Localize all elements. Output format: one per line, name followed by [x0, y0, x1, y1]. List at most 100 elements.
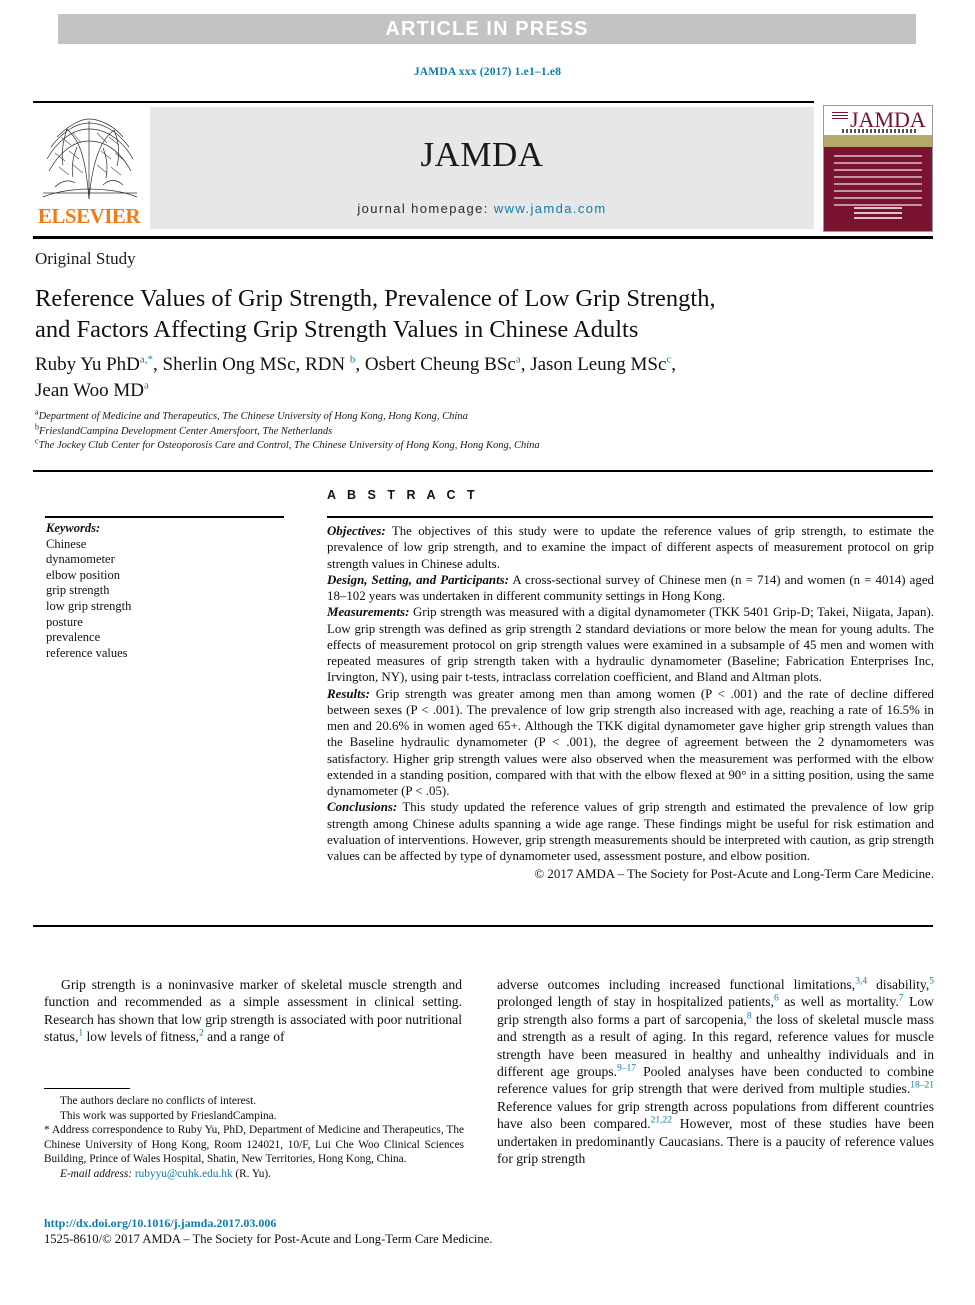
- author-name: Osbert Cheung BSc: [364, 354, 516, 375]
- reference-citation[interactable]: 21,22: [651, 1116, 672, 1126]
- section-label: Original Study: [35, 249, 136, 268]
- author-name: Jason Leung MSc: [530, 354, 667, 375]
- author-sep: ,: [520, 354, 531, 375]
- doi-link[interactable]: http://dx.doi.org/10.1016/j.jamda.2017.0…: [44, 1216, 276, 1231]
- footnote-block: The authors declare no conflicts of inte…: [44, 1094, 464, 1182]
- body-text: prolonged length of stay in hospitalized…: [497, 994, 774, 1010]
- masthead-top-rule: [33, 101, 814, 103]
- abstract-heading: A B S T R A C T: [327, 488, 479, 502]
- journal-homepage-link[interactable]: www.jamda.com: [494, 201, 607, 216]
- author-affil-marker[interactable]: a: [144, 380, 149, 392]
- affiliation-list: aDepartment of Medicine and Therapeutics…: [35, 408, 915, 454]
- journal-homepage-line: journal homepage: www.jamda.com: [357, 201, 606, 216]
- correspondence-text: Address correspondence to Ruby Yu, PhD, …: [44, 1124, 464, 1166]
- cover-subtitle-lines: [842, 129, 918, 133]
- body-text: disability,: [867, 977, 930, 992]
- journal-homepage-box: JAMDA journal homepage: www.jamda.com: [150, 107, 814, 229]
- keyword-item: Chinese: [46, 536, 87, 551]
- jamda-wordmark: JAMDA: [420, 134, 544, 174]
- header-divider: [33, 236, 933, 239]
- article-in-press-banner: ARTICLE IN PRESS: [58, 14, 916, 44]
- abstract-section: Measurements: Grip strength was measured…: [327, 604, 934, 685]
- abstract-section-label: Conclusions:: [327, 800, 398, 815]
- abstract-top-rule: [33, 470, 933, 472]
- abstract-section-label: Results:: [327, 686, 370, 701]
- body-column-left: Grip strength is a noninvasive marker of…: [44, 976, 462, 1046]
- elsevier-wordmark: ELSEVIER: [37, 204, 141, 228]
- article-in-press-label: ARTICLE IN PRESS: [385, 17, 589, 40]
- abstract-section: Conclusions: This study updated the refe…: [327, 799, 934, 864]
- keyword-item: low grip strength: [46, 598, 132, 613]
- abstract-section: Results: Grip strength was greater among…: [327, 686, 934, 800]
- cover-contents-lines: [834, 155, 922, 207]
- reference-citation[interactable]: 5: [929, 976, 934, 987]
- cover-micro-text: [832, 112, 848, 119]
- author-sep: ,: [153, 354, 163, 375]
- email-suffix: (R. Yu).: [232, 1167, 272, 1180]
- footnote-conflict: The authors declare no conflicts of inte…: [60, 1095, 257, 1107]
- cover-contents-panel: [824, 147, 932, 231]
- journal-homepage-label: journal homepage:: [357, 200, 489, 216]
- elsevier-logo: ELSEVIER: [33, 105, 145, 230]
- author-name: Ruby Yu PhD: [35, 354, 140, 375]
- abstract-section-label: Design, Setting, and Participants:: [327, 572, 509, 587]
- body-text: low levels of fitness,: [83, 1029, 200, 1045]
- reference-citation[interactable]: 18–21: [910, 1081, 934, 1091]
- reference-citation[interactable]: 3,4: [855, 976, 867, 987]
- issn-copyright-line: 1525-8610/© 2017 AMDA – The Society for …: [44, 1232, 493, 1246]
- keyword-item: prevalence: [46, 630, 101, 645]
- body-paragraph: Grip strength is a noninvasive marker of…: [44, 976, 462, 1046]
- footnote-divider: [44, 1088, 130, 1089]
- author-list: Ruby Yu PhDa,*, Sherlin Ong MSc, RDN b, …: [35, 352, 915, 404]
- email-link[interactable]: rubyyu@cuhk.edu.hk: [135, 1168, 233, 1180]
- body-text: as well as mortality.: [778, 994, 899, 1010]
- keyword-item: dynamometer: [46, 552, 115, 567]
- keyword-item: grip strength: [46, 583, 110, 598]
- keyword-item: elbow position: [46, 567, 120, 582]
- keyword-item: reference values: [46, 645, 128, 660]
- title-line-1: Reference Values of Grip Strength, Preva…: [35, 285, 716, 312]
- author-sep: ,: [671, 354, 677, 375]
- email-label: E-mail address:: [60, 1167, 133, 1180]
- abstract-section: Objectives: The objectives of this study…: [327, 523, 934, 572]
- keywords-rule: [45, 516, 284, 518]
- cover-header: JAMDA: [824, 106, 932, 135]
- keywords-heading: Keywords:: [46, 521, 101, 535]
- journal-citation-line: JAMDA xxx (2017) 1.e1–1.e8: [413, 66, 562, 78]
- abstract-section-label: Objectives:: [327, 524, 386, 538]
- keyword-item: posture: [46, 614, 83, 629]
- abstract-section-text: Grip strength was measured with a digita…: [327, 605, 934, 685]
- journal-cover-thumbnail: JAMDA: [823, 105, 933, 232]
- body-text: and a range of: [203, 1029, 285, 1045]
- keywords-block: Keywords: Chinese dynamometer elbow posi…: [46, 521, 296, 661]
- abstract-section-text: This study updated the reference values …: [327, 800, 934, 863]
- affiliation-text: Department of Medicine and Therapeutics,…: [38, 411, 468, 422]
- affiliation-text: FrieslandCampina Development Center Amer…: [39, 425, 333, 437]
- abstract-section-label: Measurements:: [327, 605, 410, 620]
- elsevier-tree-icon: [37, 107, 142, 203]
- affiliation-text: The Jockey Club Center for Osteoporosis …: [38, 440, 540, 451]
- footnote-funding: This work was supported by FrieslandCamp…: [60, 1109, 277, 1122]
- abstract-rule: [327, 516, 933, 518]
- affiliation-item: bFrieslandCampina Development Center Ame…: [35, 423, 915, 440]
- body-text: adverse outcomes including increased fun…: [497, 977, 856, 992]
- footnote-email: E-mail address: rubyyu@cuhk.edu.hk (R. Y…: [44, 1167, 464, 1182]
- affiliation-item: aDepartment of Medicine and Therapeutics…: [35, 408, 915, 425]
- abstract-copyright: © 2017 AMDA – The Society for Post-Acute…: [534, 867, 934, 882]
- abstract-section: Design, Setting, and Participants: A cro…: [327, 572, 934, 605]
- reference-citation[interactable]: 9–17: [617, 1064, 636, 1074]
- abstract-section-text: Grip strength was greater among men than…: [327, 686, 934, 799]
- abstract-bottom-rule: [33, 925, 933, 927]
- author-affil-marker[interactable]: a,*: [140, 354, 153, 366]
- author-name: Sherlin Ong MSc, RDN: [162, 354, 346, 375]
- abstract-body: Objectives: The objectives of this study…: [327, 523, 934, 883]
- author-name: Jean Woo MD: [35, 380, 144, 401]
- body-paragraph: adverse outcomes including increased fun…: [497, 976, 934, 1167]
- journal-masthead: ELSEVIER JAMDA journal homepage: www.jam…: [33, 105, 814, 230]
- cover-amda-logo: [854, 207, 902, 219]
- author-sep: ,: [355, 354, 365, 375]
- body-column-right: adverse outcomes including increased fun…: [497, 976, 934, 1167]
- page-title: Reference Values of Grip Strength, Preva…: [35, 283, 915, 345]
- footnote-correspondence: * Address correspondence to Ruby Yu, PhD…: [44, 1123, 464, 1167]
- abstract-section-text: The objectives of this study were to upd…: [327, 524, 934, 571]
